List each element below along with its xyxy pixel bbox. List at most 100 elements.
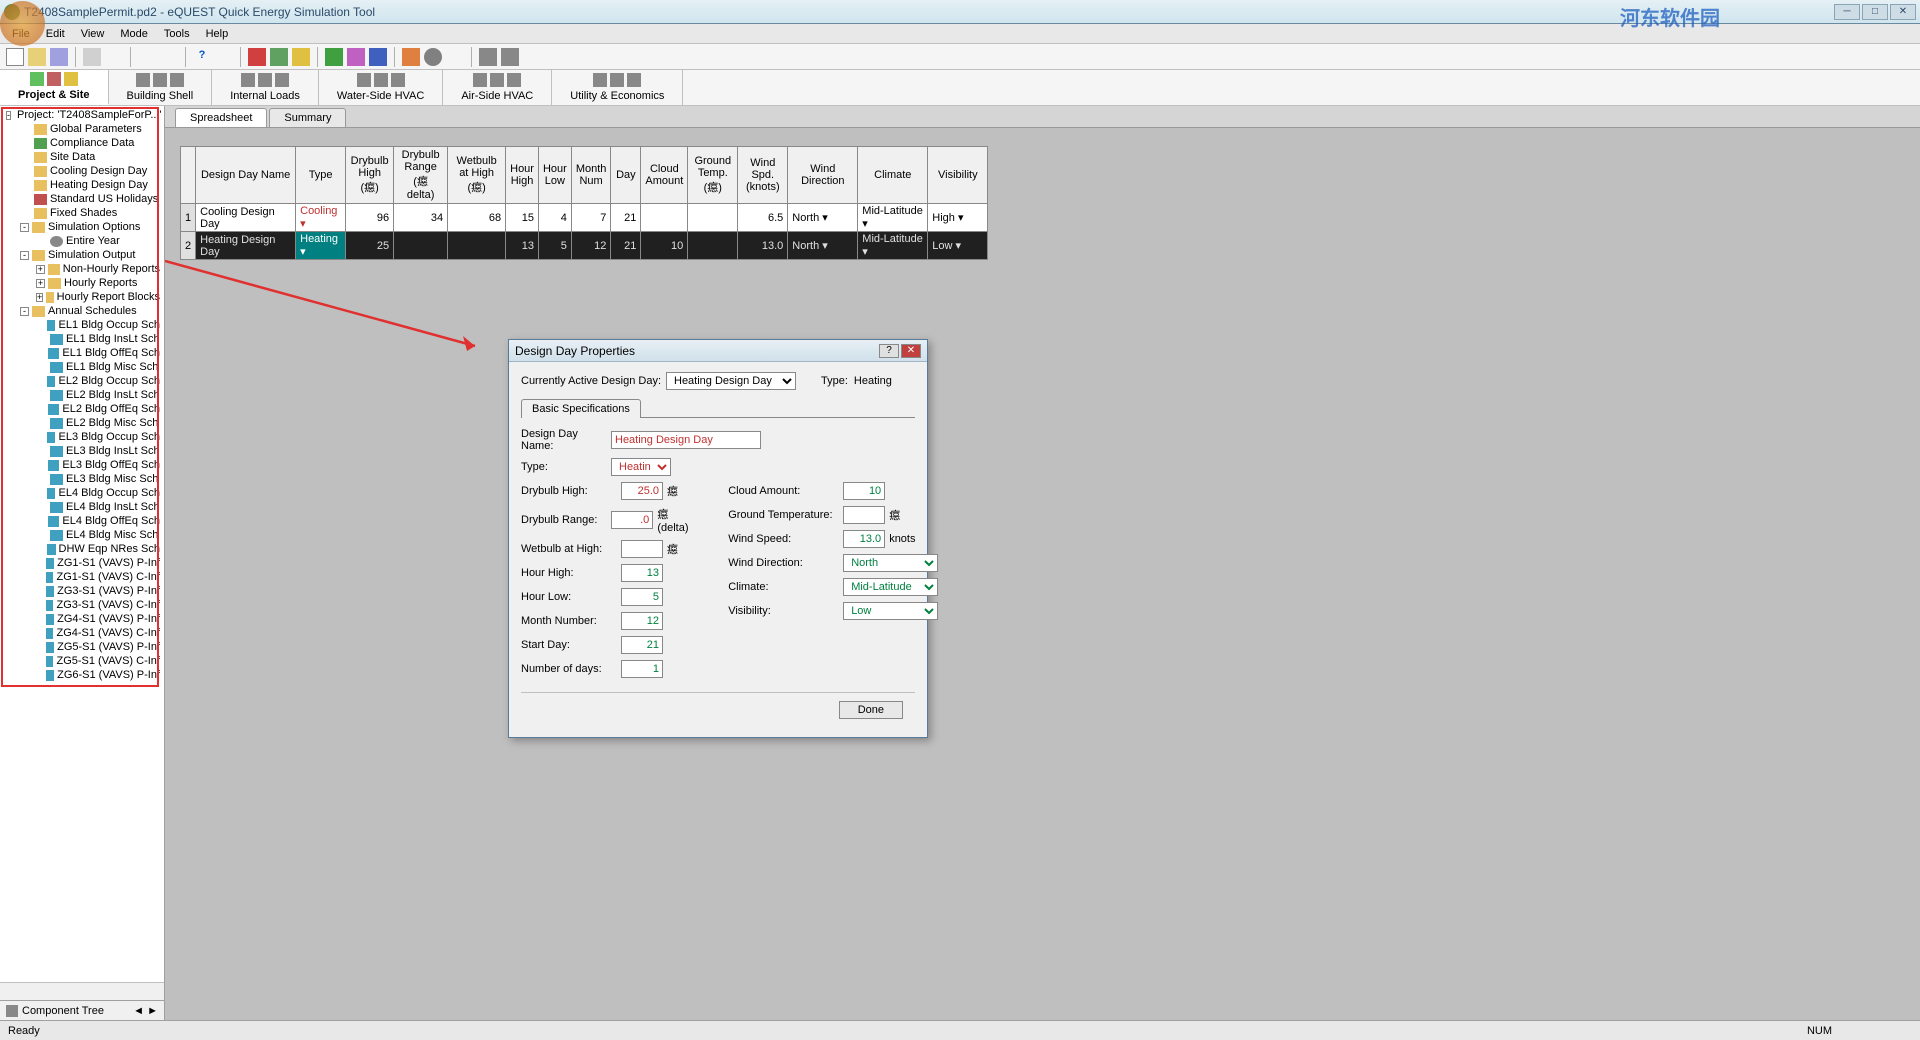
active-design-day-select[interactable]: Heating Design Day xyxy=(666,372,796,390)
copy-icon[interactable] xyxy=(138,48,156,66)
new-icon[interactable] xyxy=(6,48,24,66)
column-header[interactable]: Visibility xyxy=(928,147,988,204)
climate-select[interactable]: Mid-Latitude xyxy=(843,578,938,596)
component-tree-tab[interactable]: Component Tree ◄ ► xyxy=(0,1000,164,1020)
column-header[interactable]: Design Day Name xyxy=(196,147,296,204)
tree-item[interactable]: EL3 Bldg Occup Sch xyxy=(2,430,162,444)
tree-item[interactable]: Entire Year xyxy=(2,234,162,248)
column-header[interactable]: Wind Spd. (knots) xyxy=(738,147,788,204)
tab-summary[interactable]: Summary xyxy=(269,108,346,127)
tree-item[interactable]: EL1 Bldg OffEq Sch xyxy=(2,346,162,360)
tab-basic-specifications[interactable]: Basic Specifications xyxy=(521,399,641,418)
tree-item[interactable]: Compliance Data xyxy=(2,136,162,150)
settings-icon[interactable] xyxy=(424,48,442,66)
tree-item[interactable]: ZG3-S1 (VAVS) C-Inf xyxy=(2,598,162,612)
tree-item[interactable]: Site Data xyxy=(2,150,162,164)
design-day-name-input[interactable] xyxy=(611,431,761,449)
wizard-icon[interactable] xyxy=(248,48,266,66)
column-header[interactable]: Drybulb High (癋) xyxy=(346,147,394,204)
tree-item[interactable]: Heating Design Day xyxy=(2,178,162,192)
tree-item[interactable]: EL3 Bldg OffEq Sch xyxy=(2,458,162,472)
menu-file[interactable]: File xyxy=(4,28,38,40)
ribbon-air-side-hvac[interactable]: Air-Side HVAC xyxy=(443,70,552,105)
tree-item[interactable]: Cooling Design Day xyxy=(2,164,162,178)
table-icon[interactable] xyxy=(501,48,519,66)
type-select[interactable]: Heating xyxy=(611,458,671,476)
menu-view[interactable]: View xyxy=(73,28,113,40)
tree-item[interactable]: DHW Eqp NRes Sch xyxy=(2,542,162,556)
tree-item[interactable]: -Simulation Output xyxy=(2,248,162,262)
dialog-close-button[interactable]: ✕ xyxy=(901,344,921,358)
tree-item[interactable]: ZG1-S1 (VAVS) C-Inf xyxy=(2,570,162,584)
month-number-input[interactable] xyxy=(621,612,663,630)
ribbon-water-side-hvac[interactable]: Water-Side HVAC xyxy=(319,70,443,105)
save-icon[interactable] xyxy=(50,48,68,66)
print-icon[interactable] xyxy=(83,48,101,66)
run-icon[interactable] xyxy=(292,48,310,66)
tree-item[interactable]: EL2 Bldg Misc Sch xyxy=(2,416,162,430)
cloud-amount-input[interactable] xyxy=(843,482,885,500)
column-header[interactable]: Cloud Amount xyxy=(641,147,688,204)
column-header[interactable]: Hour High xyxy=(506,147,539,204)
tab-spreadsheet[interactable]: Spreadsheet xyxy=(175,108,267,127)
tree-item[interactable]: ZG6-S1 (VAVS) P-Inf xyxy=(2,668,162,682)
visibility-select[interactable]: Low xyxy=(843,602,938,620)
hour-low-input[interactable] xyxy=(621,588,663,606)
dialog-help-button[interactable]: ? xyxy=(879,344,899,358)
tree-item[interactable]: -Annual Schedules xyxy=(2,304,162,318)
ribbon-internal-loads[interactable]: Internal Loads xyxy=(212,70,319,105)
ribbon-building-shell[interactable]: Building Shell xyxy=(109,70,213,105)
hour-high-input[interactable] xyxy=(621,564,663,582)
tree-item[interactable]: +Non-Hourly Reports xyxy=(2,262,162,276)
scrollbar[interactable] xyxy=(0,982,164,1000)
number-of-days-input[interactable] xyxy=(621,660,663,678)
drybulb-range-input[interactable] xyxy=(611,511,653,529)
tree-item[interactable]: +Hourly Report Blocks xyxy=(2,290,162,304)
preview-icon[interactable] xyxy=(105,48,123,66)
component-tree[interactable]: -Project: 'T2408SampleForP...' Global Pa… xyxy=(0,106,164,982)
tree-item[interactable]: EL1 Bldg Occup Sch xyxy=(2,318,162,332)
column-header[interactable]: Wind Direction xyxy=(788,147,858,204)
tree-item[interactable]: ZG3-S1 (VAVS) P-Inf xyxy=(2,584,162,598)
ground-temp-input[interactable] xyxy=(843,506,885,524)
tree-item[interactable]: EL1 Bldg Misc Sch xyxy=(2,360,162,374)
maximize-button[interactable]: □ xyxy=(1862,4,1888,20)
wetbulb-high-input[interactable] xyxy=(621,540,663,558)
done-button[interactable]: Done xyxy=(839,701,903,719)
column-header[interactable]: Wetbulb at High (癋) xyxy=(448,147,506,204)
tree-item[interactable]: EL4 Bldg Misc Sch xyxy=(2,528,162,542)
start-day-input[interactable] xyxy=(621,636,663,654)
tree-item[interactable]: ZG5-S1 (VAVS) C-Inf xyxy=(2,654,162,668)
column-header[interactable]: Type xyxy=(296,147,346,204)
ribbon-utility-economics[interactable]: Utility & Economics xyxy=(552,70,683,105)
column-header[interactable]: Day xyxy=(611,147,641,204)
tree-root[interactable]: -Project: 'T2408SampleForP...' xyxy=(2,108,162,122)
table-row[interactable]: 2Heating Design DayHeating ▾251351221101… xyxy=(181,232,988,260)
wind-speed-input[interactable] xyxy=(843,530,885,548)
help-icon[interactable]: ? xyxy=(193,48,211,66)
wind-direction-select[interactable]: North xyxy=(843,554,938,572)
report-icon[interactable] xyxy=(347,48,365,66)
tree-item[interactable]: ZG4-S1 (VAVS) C-Inf xyxy=(2,626,162,640)
column-header[interactable]: Hour Low xyxy=(538,147,571,204)
sim-icon[interactable] xyxy=(369,48,387,66)
design-day-grid[interactable]: Design Day NameTypeDrybulb High (癋)Drybu… xyxy=(180,146,1905,260)
tree-item[interactable]: ZG5-S1 (VAVS) P-Inf xyxy=(2,640,162,654)
drybulb-high-input[interactable] xyxy=(621,482,663,500)
check-icon[interactable] xyxy=(325,48,343,66)
tree-item[interactable]: EL1 Bldg InsLt Sch xyxy=(2,332,162,346)
column-header[interactable]: Month Num xyxy=(571,147,611,204)
tree-item[interactable]: Standard US Holidays xyxy=(2,192,162,206)
column-header[interactable]: Ground Temp. (癋) xyxy=(688,147,738,204)
column-header[interactable]: Drybulb Range (癋 delta) xyxy=(394,147,448,204)
ribbon-project-site[interactable]: Project & Site xyxy=(0,70,109,105)
building-icon[interactable] xyxy=(270,48,288,66)
minimize-button[interactable]: ─ xyxy=(1834,4,1860,20)
dialog-titlebar[interactable]: Design Day Properties ? ✕ xyxy=(509,340,927,362)
tree-item[interactable]: EL3 Bldg Misc Sch xyxy=(2,472,162,486)
results-icon[interactable] xyxy=(402,48,420,66)
tree-item[interactable]: Fixed Shades xyxy=(2,206,162,220)
tree-item[interactable]: -Simulation Options xyxy=(2,220,162,234)
tree-item[interactable]: EL4 Bldg OffEq Sch xyxy=(2,514,162,528)
menu-help[interactable]: Help xyxy=(198,28,237,40)
